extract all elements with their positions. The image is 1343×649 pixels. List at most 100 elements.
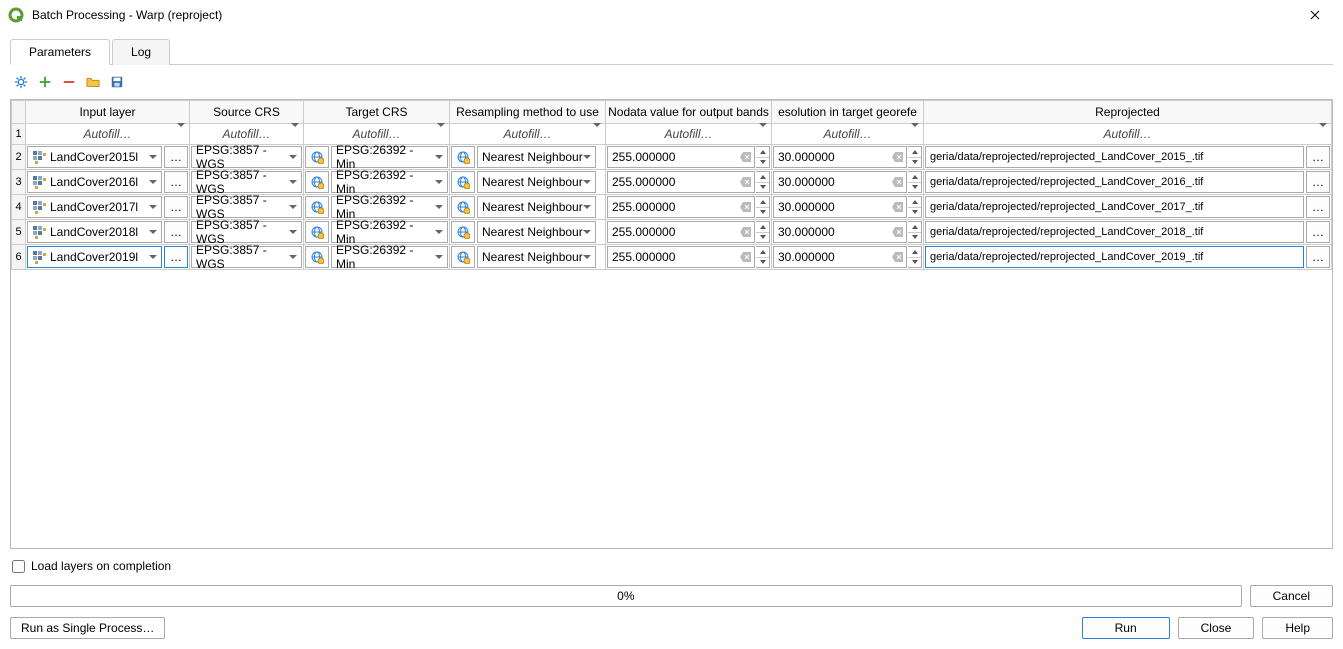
clear-icon[interactable] — [890, 227, 906, 237]
nodata-spinner[interactable] — [756, 221, 770, 243]
resampling-select[interactable]: Nearest Neighbour — [477, 196, 596, 218]
run-button[interactable]: Run — [1082, 617, 1170, 639]
target-crs-select[interactable]: EPSG:26392 - Min — [331, 171, 448, 193]
source-crs-select[interactable]: EPSG:3857 - WGS — [191, 171, 302, 193]
select-crs-button[interactable] — [451, 171, 475, 193]
resolution-input[interactable]: 30.000000 — [773, 196, 907, 218]
save-button[interactable] — [108, 73, 126, 91]
autofill-target-crs[interactable]: Autofill… — [304, 124, 449, 144]
output-browse-button[interactable]: … — [1306, 196, 1330, 218]
nodata-spinner[interactable] — [756, 246, 770, 268]
clear-icon[interactable] — [738, 227, 754, 237]
header-resampling[interactable]: Resampling method to use — [450, 101, 606, 124]
output-path-input[interactable]: geria/data/reprojected/reprojected_LandC… — [925, 246, 1304, 268]
resolution-input[interactable]: 30.000000 — [773, 221, 907, 243]
output-browse-button[interactable]: … — [1306, 246, 1330, 268]
select-crs-button[interactable] — [451, 246, 475, 268]
select-crs-button[interactable] — [451, 196, 475, 218]
select-crs-button[interactable] — [305, 146, 329, 168]
clear-icon[interactable] — [890, 177, 906, 187]
header-reprojected[interactable]: Reprojected — [924, 101, 1332, 124]
header-input-layer[interactable]: Input layer — [26, 101, 190, 124]
autofill-reprojected[interactable]: Autofill… — [924, 124, 1331, 144]
input-layer-select[interactable]: LandCover2018l — [27, 221, 162, 243]
autofill-resampling[interactable]: Autofill… — [450, 124, 605, 144]
advanced-button[interactable] — [12, 73, 30, 91]
nodata-input[interactable]: 255.000000 — [607, 146, 755, 168]
nodata-input[interactable]: 255.000000 — [607, 171, 755, 193]
resolution-input[interactable]: 30.000000 — [773, 146, 907, 168]
input-layer-select[interactable]: LandCover2017l — [27, 196, 162, 218]
help-button[interactable]: Help — [1262, 617, 1333, 639]
input-layer-select[interactable]: LandCover2015l — [27, 146, 162, 168]
input-layer-browse[interactable]: … — [164, 196, 188, 218]
clear-icon[interactable] — [890, 152, 906, 162]
close-button[interactable]: Close — [1178, 617, 1255, 639]
clear-icon[interactable] — [738, 152, 754, 162]
clear-icon[interactable] — [890, 202, 906, 212]
input-layer-browse[interactable]: … — [164, 146, 188, 168]
output-path-input[interactable]: geria/data/reprojected/reprojected_LandC… — [925, 196, 1304, 218]
select-crs-button[interactable] — [305, 246, 329, 268]
resampling-select[interactable]: Nearest Neighbour — [477, 246, 596, 268]
resolution-spinner[interactable] — [908, 146, 922, 168]
cancel-button[interactable]: Cancel — [1250, 585, 1333, 607]
resampling-select[interactable]: Nearest Neighbour — [477, 171, 596, 193]
resampling-select[interactable]: Nearest Neighbour — [477, 146, 596, 168]
source-crs-select[interactable]: EPSG:3857 - WGS — [191, 146, 302, 168]
resolution-input[interactable]: 30.000000 — [773, 171, 907, 193]
clear-icon[interactable] — [738, 252, 754, 262]
nodata-spinner[interactable] — [756, 196, 770, 218]
target-crs-select[interactable]: EPSG:26392 - Min — [331, 246, 448, 268]
clear-icon[interactable] — [738, 202, 754, 212]
source-crs-select[interactable]: EPSG:3857 - WGS — [191, 196, 302, 218]
resolution-spinner[interactable] — [908, 196, 922, 218]
input-layer-select[interactable]: LandCover2019l — [27, 246, 162, 268]
header-nodata[interactable]: Nodata value for output bands — [606, 101, 772, 124]
resampling-select[interactable]: Nearest Neighbour — [477, 221, 596, 243]
target-crs-select[interactable]: EPSG:26392 - Min — [331, 196, 448, 218]
input-layer-browse[interactable]: … — [164, 246, 188, 268]
window-close-button[interactable] — [1295, 0, 1335, 30]
target-crs-select[interactable]: EPSG:26392 - Min — [331, 221, 448, 243]
nodata-input[interactable]: 255.000000 — [607, 246, 755, 268]
source-crs-select[interactable]: EPSG:3857 - WGS — [191, 246, 302, 268]
resolution-spinner[interactable] — [908, 246, 922, 268]
output-browse-button[interactable]: … — [1306, 146, 1330, 168]
nodata-spinner[interactable] — [756, 146, 770, 168]
output-path-input[interactable]: geria/data/reprojected/reprojected_LandC… — [925, 171, 1304, 193]
resolution-spinner[interactable] — [908, 221, 922, 243]
resolution-input[interactable]: 30.000000 — [773, 246, 907, 268]
add-row-button[interactable] — [36, 73, 54, 91]
header-resolution[interactable]: esolution in target georefe — [772, 101, 924, 124]
header-source-crs[interactable]: Source CRS — [190, 101, 304, 124]
run-single-button[interactable]: Run as Single Process… — [10, 617, 165, 639]
input-layer-browse[interactable]: … — [164, 171, 188, 193]
output-path-input[interactable]: geria/data/reprojected/reprojected_LandC… — [925, 146, 1304, 168]
autofill-source-crs[interactable]: Autofill… — [190, 124, 303, 144]
clear-icon[interactable] — [738, 177, 754, 187]
select-crs-button[interactable] — [305, 196, 329, 218]
nodata-spinner[interactable] — [756, 171, 770, 193]
open-button[interactable] — [84, 73, 102, 91]
header-target-crs[interactable]: Target CRS — [304, 101, 450, 124]
input-layer-browse[interactable]: … — [164, 221, 188, 243]
autofill-nodata[interactable]: Autofill… — [606, 124, 771, 144]
target-crs-select[interactable]: EPSG:26392 - Min — [331, 146, 448, 168]
input-layer-select[interactable]: LandCover2016l — [27, 171, 162, 193]
tab-parameters[interactable]: Parameters — [10, 39, 110, 65]
source-crs-select[interactable]: EPSG:3857 - WGS — [191, 221, 302, 243]
nodata-input[interactable]: 255.000000 — [607, 196, 755, 218]
select-crs-button[interactable] — [305, 171, 329, 193]
load-layers-checkbox[interactable] — [12, 560, 25, 573]
select-crs-button[interactable] — [305, 221, 329, 243]
select-crs-button[interactable] — [451, 221, 475, 243]
clear-icon[interactable] — [890, 252, 906, 262]
nodata-input[interactable]: 255.000000 — [607, 221, 755, 243]
output-path-input[interactable]: geria/data/reprojected/reprojected_LandC… — [925, 221, 1304, 243]
tab-log[interactable]: Log — [112, 39, 170, 65]
select-crs-button[interactable] — [451, 146, 475, 168]
autofill-input[interactable]: Autofill… — [26, 124, 189, 144]
output-browse-button[interactable]: … — [1306, 221, 1330, 243]
resolution-spinner[interactable] — [908, 171, 922, 193]
